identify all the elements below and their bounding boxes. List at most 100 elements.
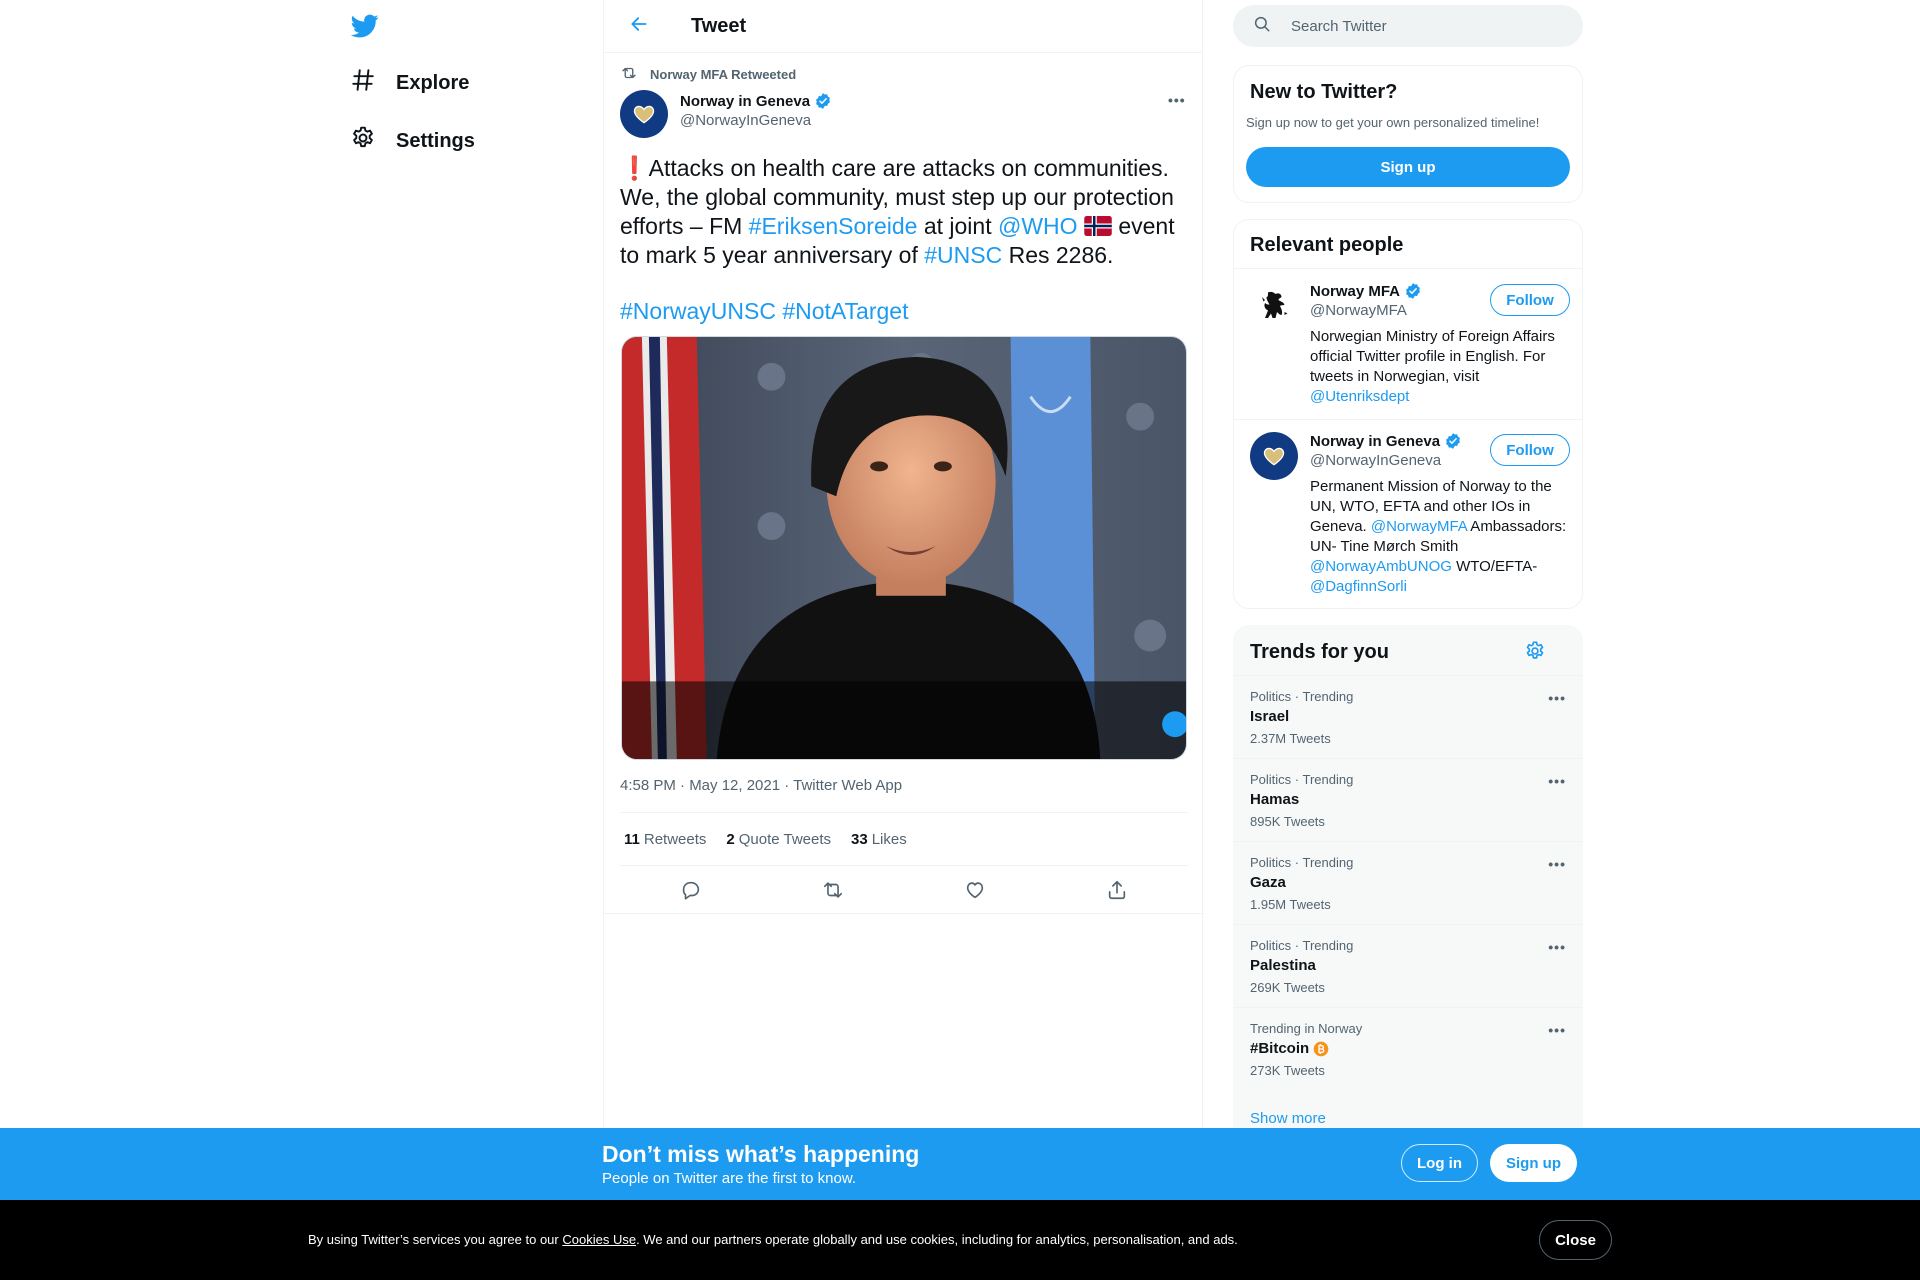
banner-subtitle: People on Twitter are the first to know. xyxy=(602,1170,857,1187)
trend-item[interactable]: Trending in Norway #Bitcoin 273K Tweets … xyxy=(1234,1007,1582,1090)
tweet-header: Tweet xyxy=(604,0,1202,53)
trends-settings-button[interactable] xyxy=(1524,640,1546,662)
new-to-twitter-subtitle: Sign up now to get your own personalized… xyxy=(1246,115,1540,130)
retweet-icon xyxy=(620,64,638,85)
retweeted-by-text[interactable]: Norway MFA Retweeted xyxy=(650,67,796,82)
hashtag-norwayunsc[interactable]: #NorwayUNSC xyxy=(620,298,776,324)
lion-crest-icon xyxy=(1262,291,1288,318)
heart-logo-icon xyxy=(1263,447,1285,466)
signup-banner: Don’t miss what’s happening People on Tw… xyxy=(0,1128,1920,1200)
page-title: Tweet xyxy=(691,14,747,37)
tweet-stats: 11 Retweets 2 Quote Tweets 33 Likes xyxy=(620,812,1188,866)
avatar[interactable] xyxy=(1250,282,1298,330)
avatar[interactable] xyxy=(1250,432,1298,480)
mention-utenriksdept[interactable]: @Utenriksdept xyxy=(1310,388,1409,405)
trend-more-button[interactable]: ••• xyxy=(1548,856,1566,872)
follow-button[interactable]: Follow xyxy=(1490,284,1570,316)
video-frame-image xyxy=(622,337,1186,759)
login-button[interactable]: Log in xyxy=(1401,1144,1478,1182)
relevant-people-card: Relevant people Norway MFA @NorwayMFA No… xyxy=(1233,219,1583,609)
arrow-left-icon xyxy=(629,14,649,39)
trends-card: Trends for you Politics · Trending Israe… xyxy=(1233,625,1583,1145)
author-handle: @NorwayInGeneva xyxy=(680,112,812,129)
person-name[interactable]: Norway MFA xyxy=(1310,283,1400,300)
nav-settings-label: Settings xyxy=(396,129,475,152)
cookies-use-link[interactable]: Cookies Use xyxy=(562,1232,636,1247)
bitcoin-icon xyxy=(1313,1041,1329,1056)
exclamation-emoji: ❗ xyxy=(620,155,649,181)
show-more-link[interactable]: Show more xyxy=(1250,1110,1326,1127)
like-button[interactable] xyxy=(957,872,993,908)
nav-explore-label: Explore xyxy=(396,71,470,94)
reply-icon xyxy=(682,881,700,900)
more-dots-icon: ••• xyxy=(1168,92,1186,108)
tweet-actions xyxy=(620,866,1188,914)
person-bio: Permanent Mission of Norway to the UN, W… xyxy=(1310,478,1567,595)
mention-dagfinnsorli[interactable]: @DagfinnSorli xyxy=(1310,578,1407,595)
trend-item[interactable]: Politics · Trending Israel 2.37M Tweets … xyxy=(1234,675,1582,758)
tweet-video[interactable] xyxy=(621,336,1187,760)
quote-tweets-stat[interactable]: 2 Quote Tweets xyxy=(726,831,831,848)
gear-icon xyxy=(1526,641,1544,659)
tweet-more-button[interactable]: ••• xyxy=(1168,92,1186,108)
trend-item[interactable]: Politics · Trending Gaza 1.95M Tweets ••… xyxy=(1234,841,1582,924)
like-icon xyxy=(966,882,984,899)
cookie-text: By using Twitter’s services you agree to… xyxy=(308,1232,1238,1247)
close-cookie-button[interactable]: Close xyxy=(1539,1220,1612,1260)
heart-logo-icon xyxy=(633,105,655,124)
retweets-stat[interactable]: 11 Retweets xyxy=(624,831,706,848)
search-box[interactable] xyxy=(1233,5,1583,47)
tweet-author: Norway in Geneva @NorwayInGeneva xyxy=(680,92,832,129)
verified-badge-icon xyxy=(1446,433,1460,449)
search-input[interactable] xyxy=(1291,17,1571,35)
trend-more-button[interactable]: ••• xyxy=(1548,1022,1566,1038)
nav-explore[interactable]: Explore xyxy=(350,63,469,103)
mention-who[interactable]: @WHO xyxy=(998,213,1078,239)
trend-item[interactable]: Politics · Trending Hamas 895K Tweets ••… xyxy=(1234,758,1582,841)
cookie-consent-bar: By using Twitter’s services you agree to… xyxy=(0,1200,1920,1280)
retweet-button[interactable] xyxy=(815,872,851,908)
author-avatar[interactable] xyxy=(620,90,668,138)
trend-more-button[interactable]: ••• xyxy=(1548,773,1566,789)
trends-title: Trends for you xyxy=(1250,641,1389,663)
search-icon xyxy=(1253,15,1271,38)
mention-norwaymfa[interactable]: @NorwayMFA xyxy=(1371,518,1467,535)
hashtag-eriksensoreide[interactable]: #EriksenSoreide xyxy=(749,213,918,239)
divider xyxy=(1234,268,1582,269)
verified-badge-icon xyxy=(1406,283,1420,299)
trend-more-button[interactable]: ••• xyxy=(1548,690,1566,706)
banner-title: Don’t miss what’s happening xyxy=(602,1141,920,1167)
divider xyxy=(604,913,1204,914)
tweet-timestamp[interactable]: 4:58 PM · May 12, 2021 · Twitter Web App xyxy=(620,777,902,794)
tweet-text: ❗Attacks on health care are attacks on c… xyxy=(620,155,1175,324)
nav-settings[interactable]: Settings xyxy=(350,121,475,161)
divider xyxy=(1234,419,1582,420)
follow-button[interactable]: Follow xyxy=(1490,434,1570,466)
trend-item[interactable]: Politics · Trending Palestina 269K Tweet… xyxy=(1234,924,1582,1007)
twitter-bird-icon[interactable] xyxy=(350,12,380,40)
share-button[interactable] xyxy=(1099,872,1135,908)
likes-stat[interactable]: 33 Likes xyxy=(851,831,907,848)
gear-icon xyxy=(350,125,376,157)
hashtag-unsc[interactable]: #UNSC xyxy=(924,242,1002,268)
mention-norwayambunog[interactable]: @NorwayAmbUNOG xyxy=(1310,558,1452,575)
verified-badge-icon xyxy=(816,93,830,109)
new-to-twitter-card: New to Twitter? Sign up now to get your … xyxy=(1233,65,1583,203)
author-name[interactable]: Norway in Geneva xyxy=(680,93,810,110)
banner-signup-button[interactable]: Sign up xyxy=(1490,1144,1577,1182)
relevant-people-title: Relevant people xyxy=(1250,234,1404,256)
back-button[interactable] xyxy=(622,9,656,43)
new-to-twitter-title: New to Twitter? xyxy=(1250,81,1398,103)
norway-flag-icon xyxy=(1084,214,1112,236)
signup-button[interactable]: Sign up xyxy=(1246,147,1570,187)
hashtag-notatarget[interactable]: #NotATarget xyxy=(782,298,908,324)
main-column: Tweet Norway MFA Retweeted Norway in Gen… xyxy=(603,0,1204,1280)
hashtag-icon xyxy=(350,67,376,99)
share-icon xyxy=(1108,880,1126,900)
trend-more-button[interactable]: ••• xyxy=(1548,939,1566,955)
person-bio: Norwegian Ministry of Foreign Affairs of… xyxy=(1310,328,1555,405)
reply-button[interactable] xyxy=(673,872,709,908)
retweet-icon xyxy=(823,882,843,898)
retweet-context: Norway MFA Retweeted xyxy=(620,64,796,85)
person-name[interactable]: Norway in Geneva xyxy=(1310,433,1440,450)
